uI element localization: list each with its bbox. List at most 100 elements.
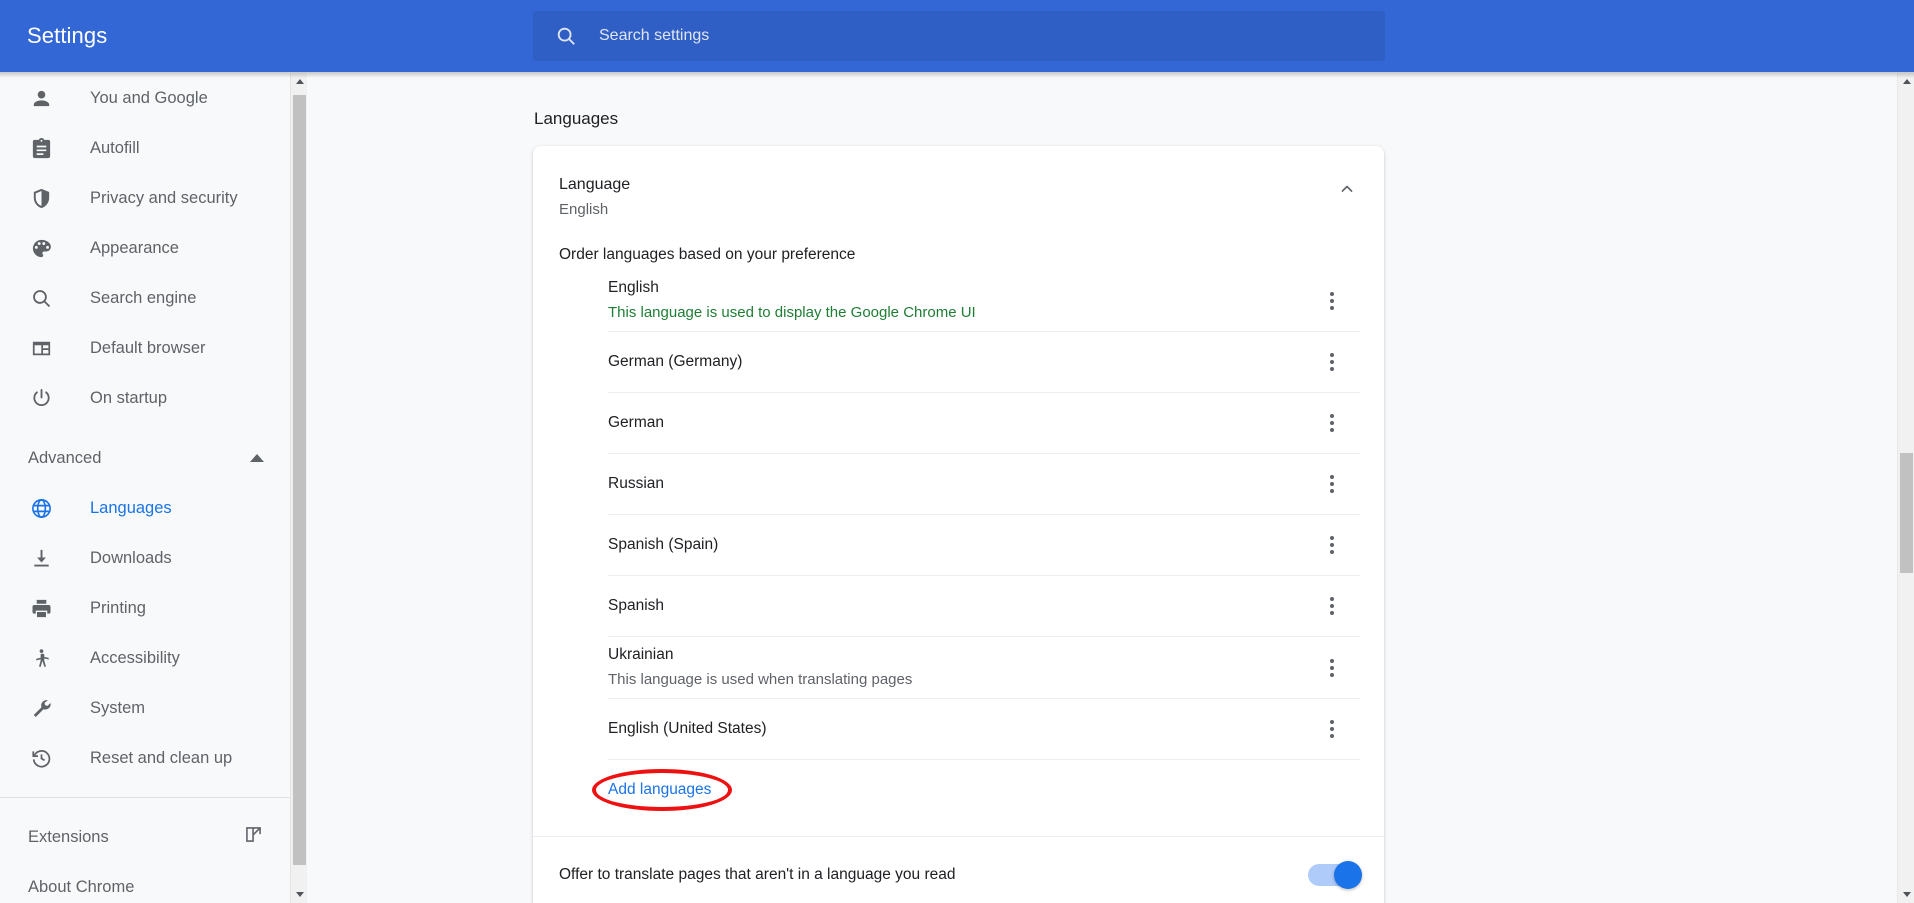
offer-translate-toggle[interactable] bbox=[1308, 860, 1362, 889]
sidebar-item-label: Reset and clean up bbox=[90, 748, 233, 767]
more-vert-icon[interactable] bbox=[1312, 464, 1352, 504]
clipboard-icon bbox=[28, 135, 54, 161]
sidebar-item-printing[interactable]: Printing bbox=[0, 583, 290, 633]
search-icon bbox=[28, 285, 54, 311]
shield-icon bbox=[28, 185, 54, 211]
toggle-knob bbox=[1334, 860, 1362, 889]
top-app-bar: Settings bbox=[0, 0, 1914, 72]
main-scrollbar[interactable] bbox=[1897, 73, 1914, 903]
more-vert-icon[interactable] bbox=[1312, 342, 1352, 382]
sidebar-item-label: System bbox=[90, 698, 146, 717]
sidebar-item-label: On startup bbox=[90, 388, 168, 407]
sidebar-item-label: Downloads bbox=[90, 548, 172, 567]
sidebar-item-label: About Chrome bbox=[28, 877, 135, 896]
search-icon bbox=[557, 27, 575, 45]
language-row[interactable]: Ukrainian This language is used when tra… bbox=[608, 637, 1360, 699]
person-icon bbox=[28, 85, 54, 111]
wrench-icon bbox=[28, 695, 54, 721]
sidebar-item-label: You and Google bbox=[90, 88, 208, 107]
sidebar-item-extensions[interactable]: Extensions bbox=[0, 812, 290, 862]
sidebar-scroll-content: You and Google Autofill Privacy and secu… bbox=[0, 73, 290, 903]
language-name: German bbox=[608, 414, 664, 431]
printer-icon bbox=[28, 595, 54, 621]
language-name: Ukrainian bbox=[608, 646, 674, 663]
sidebar-scrollbar[interactable] bbox=[290, 73, 307, 903]
search-settings-box[interactable] bbox=[533, 11, 1385, 61]
browser-window-icon bbox=[28, 335, 54, 361]
page-title: Languages bbox=[534, 109, 619, 128]
language-name: English (United States) bbox=[608, 720, 767, 737]
more-vert-icon[interactable] bbox=[1312, 403, 1352, 443]
scroll-down-arrow[interactable] bbox=[1898, 886, 1914, 903]
sidebar-item-label: Accessibility bbox=[90, 648, 180, 667]
sidebar-item-default-browser[interactable]: Default browser bbox=[0, 323, 290, 373]
language-row[interactable]: English (United States) bbox=[608, 699, 1360, 760]
scroll-up-arrow[interactable] bbox=[1898, 73, 1914, 90]
language-subtitle: This language is used when translating p… bbox=[608, 671, 913, 688]
language-settings-card: Language English Order languages based o… bbox=[533, 146, 1384, 903]
sidebar-item-reset-and-clean-up[interactable]: Reset and clean up bbox=[0, 733, 290, 783]
language-section-title: Language bbox=[559, 176, 631, 193]
sidebar-item-search-engine[interactable]: Search engine bbox=[0, 273, 290, 323]
add-languages-area: Add languages bbox=[533, 760, 1384, 836]
sidebar-item-accessibility[interactable]: Accessibility bbox=[0, 633, 290, 683]
caret-up-icon bbox=[250, 454, 264, 462]
more-vert-icon[interactable] bbox=[1312, 586, 1352, 626]
sidebar-divider bbox=[0, 797, 290, 798]
sidebar-scrollbar-thumb[interactable] bbox=[293, 95, 306, 865]
language-list: English This language is used to display… bbox=[533, 270, 1384, 760]
chevron-up-icon[interactable] bbox=[1334, 176, 1360, 202]
search-input[interactable] bbox=[599, 21, 1279, 51]
scroll-down-arrow[interactable] bbox=[291, 886, 308, 903]
sidebar-item-label: Appearance bbox=[90, 238, 179, 257]
sidebar-item-label: Extensions bbox=[28, 827, 109, 846]
language-name: Spanish bbox=[608, 597, 665, 614]
sidebar-item-autofill[interactable]: Autofill bbox=[0, 123, 290, 173]
sidebar-item-appearance[interactable]: Appearance bbox=[0, 223, 290, 273]
sidebar-item-you-and-google[interactable]: You and Google bbox=[0, 73, 290, 123]
sidebar-item-label: Search engine bbox=[90, 288, 197, 307]
external-link-icon bbox=[243, 824, 264, 850]
sidebar-item-label: Autofill bbox=[90, 138, 140, 157]
settings-sidebar[interactable]: You and Google Autofill Privacy and secu… bbox=[0, 73, 290, 903]
sidebar-item-downloads[interactable]: Downloads bbox=[0, 533, 290, 583]
sidebar-item-label: Printing bbox=[90, 598, 146, 617]
history-restore-icon bbox=[28, 745, 54, 771]
sidebar-item-label: Languages bbox=[90, 498, 172, 517]
settings-main-pane: Languages Language English Order languag… bbox=[308, 73, 1897, 903]
main-scrollbar-thumb[interactable] bbox=[1900, 453, 1913, 573]
language-section-value: English bbox=[559, 201, 609, 218]
palette-icon bbox=[28, 235, 54, 261]
sidebar-advanced-toggle[interactable]: Advanced bbox=[0, 433, 290, 483]
sidebar-item-privacy-and-security[interactable]: Privacy and security bbox=[0, 173, 290, 223]
sidebar-item-about-chrome[interactable]: About Chrome bbox=[0, 862, 290, 903]
download-icon bbox=[28, 545, 54, 571]
sidebar-advanced-label: Advanced bbox=[28, 448, 102, 467]
language-name: German (Germany) bbox=[608, 353, 743, 370]
order-languages-label: Order languages based on your preference bbox=[559, 246, 856, 263]
language-row[interactable]: Spanish (Spain) bbox=[608, 515, 1360, 576]
sidebar-item-system[interactable]: System bbox=[0, 683, 290, 733]
power-icon bbox=[28, 385, 54, 411]
language-name: Russian bbox=[608, 475, 664, 492]
more-vert-icon[interactable] bbox=[1312, 709, 1352, 749]
language-row[interactable]: German bbox=[608, 393, 1360, 454]
language-section-header[interactable]: Language English bbox=[533, 146, 1384, 224]
offer-translate-row[interactable]: Offer to translate pages that aren't in … bbox=[533, 836, 1384, 903]
language-row[interactable]: English This language is used to display… bbox=[608, 270, 1360, 332]
language-row[interactable]: German (Germany) bbox=[608, 332, 1360, 393]
language-row[interactable]: Russian bbox=[608, 454, 1360, 515]
more-vert-icon[interactable] bbox=[1312, 648, 1352, 688]
scroll-up-arrow[interactable] bbox=[291, 73, 308, 90]
more-vert-icon[interactable] bbox=[1312, 525, 1352, 565]
add-languages-link[interactable]: Add languages bbox=[608, 781, 711, 799]
sidebar-item-label: Default browser bbox=[90, 338, 206, 357]
globe-icon bbox=[28, 495, 54, 521]
more-vert-icon[interactable] bbox=[1312, 281, 1352, 321]
offer-translate-label: Offer to translate pages that aren't in … bbox=[559, 865, 956, 883]
sidebar-item-languages[interactable]: Languages bbox=[0, 483, 290, 533]
language-row[interactable]: Spanish bbox=[608, 576, 1360, 637]
language-name: Spanish (Spain) bbox=[608, 536, 719, 553]
app-title: Settings bbox=[27, 23, 108, 48]
sidebar-item-on-startup[interactable]: On startup bbox=[0, 373, 290, 423]
